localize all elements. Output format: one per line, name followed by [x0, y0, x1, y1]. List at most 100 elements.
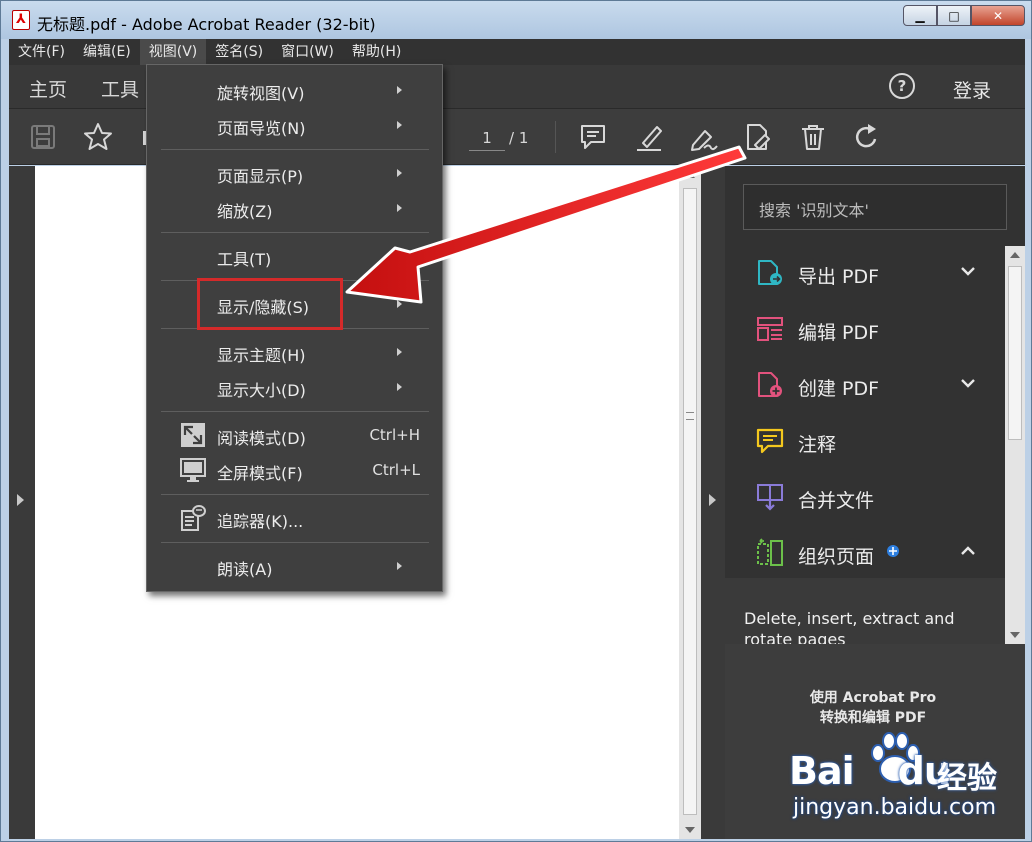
menu-help[interactable]: 帮助(H)	[343, 39, 410, 65]
page-number-input[interactable]: 1	[469, 125, 505, 151]
menu-edit[interactable]: 编辑(E)	[74, 39, 140, 65]
menu-window[interactable]: 窗口(W)	[272, 39, 343, 65]
menu-item-page-navigation[interactable]: 页面导览(N)	[147, 108, 442, 142]
tool-description: Delete, insert, extract and rotate pages	[744, 609, 955, 644]
menu-item-label: 工具(T)	[217, 250, 272, 269]
chevron-down-icon[interactable]	[961, 376, 975, 390]
menu-item-page-display[interactable]: 页面显示(P)	[147, 156, 442, 190]
menu-item-full-screen[interactable]: 全屏模式(F) Ctrl+L	[147, 453, 442, 487]
menu-item-shortcut: Ctrl+H	[369, 426, 420, 444]
login-button[interactable]: 登录	[953, 76, 991, 103]
tool-label: 合并文件	[798, 490, 875, 512]
submenu-arrow-icon	[397, 169, 402, 177]
menu-item-label: 页面导览(N)	[217, 119, 306, 138]
chevron-down-icon[interactable]	[961, 264, 975, 278]
delete-icon[interactable]	[797, 121, 829, 153]
tab-home[interactable]: 主页	[29, 75, 67, 102]
watermark-brand-part1: Bai	[789, 749, 855, 793]
scroll-up-icon[interactable]	[1010, 252, 1020, 258]
scroll-thumb[interactable]	[1008, 266, 1022, 440]
rotate-icon[interactable]	[851, 121, 883, 153]
combine-files-icon	[757, 484, 783, 511]
toolbar-separator	[555, 121, 556, 153]
tool-comment[interactable]: 注释	[725, 414, 1005, 470]
close-button[interactable]: ✕	[971, 5, 1025, 26]
chevron-up-icon[interactable]	[961, 544, 975, 558]
window-controls: ▁ □ ✕	[903, 5, 1025, 26]
submenu-arrow-icon	[397, 562, 402, 570]
save-icon[interactable]	[27, 121, 59, 153]
submenu-arrow-icon	[397, 204, 402, 212]
menu-item-zoom[interactable]: 缩放(Z)	[147, 191, 442, 225]
tool-label: 注释	[798, 434, 837, 456]
baidu-watermark: Bai du 经验 jingyan.baidu.com	[777, 729, 1007, 829]
menu-item-tools[interactable]: 工具(T)	[147, 239, 442, 273]
organize-pages-icon	[757, 538, 783, 566]
menu-bar: 文件(F) 编辑(E) 视图(V) 签名(S) 窗口(W) 帮助(H)	[9, 39, 1025, 65]
star-icon[interactable]	[82, 121, 114, 153]
menu-item-display-size[interactable]: 显示大小(D)	[147, 370, 442, 404]
window-title: 无标题.pdf - Adobe Acrobat Reader (32-bit)	[37, 15, 376, 34]
tool-create-pdf[interactable]: 创建 PDF	[725, 358, 1005, 414]
minimize-button[interactable]: ▁	[903, 5, 937, 26]
tool-export-pdf[interactable]: 导出 PDF	[725, 246, 1005, 302]
tab-tools[interactable]: 工具	[101, 75, 139, 102]
monitor-icon	[180, 458, 206, 482]
menu-item-label: 全屏模式(F)	[217, 464, 303, 483]
left-panel-toggle[interactable]	[9, 166, 35, 839]
submenu-arrow-icon	[397, 348, 402, 356]
tool-description-box: Delete, insert, extract and rotate pages	[725, 578, 1005, 644]
tool-combine-files[interactable]: 合并文件	[725, 470, 1005, 526]
new-badge-icon	[887, 545, 899, 557]
edit-document-icon[interactable]	[741, 121, 773, 153]
tracker-icon	[181, 505, 206, 531]
tool-label: 编辑 PDF	[798, 322, 880, 344]
promo-text: 使用 Acrobat Pro 转换和编辑 PDF	[809, 690, 937, 726]
tool-organize-pages[interactable]: 组织页面	[725, 526, 1005, 582]
watermark-suffix: 经验	[937, 761, 997, 796]
submenu-arrow-icon	[397, 86, 402, 94]
export-pdf-icon	[758, 260, 782, 285]
scroll-down-icon[interactable]	[1010, 632, 1020, 638]
scroll-down-icon[interactable]	[685, 827, 695, 833]
scroll-thumb[interactable]	[683, 188, 697, 815]
help-icon[interactable]: ?	[889, 73, 915, 99]
document-scrollbar[interactable]	[679, 166, 701, 839]
watermark-brand: Bai du	[789, 749, 951, 793]
maximize-button[interactable]: □	[937, 5, 971, 26]
menu-item-display-theme[interactable]: 显示主题(H)	[147, 335, 442, 369]
menu-separator	[161, 494, 429, 495]
acrobat-logo-icon: ⅄	[12, 10, 30, 30]
tool-edit-pdf[interactable]: 编辑 PDF	[725, 302, 1005, 358]
comment-icon[interactable]	[577, 121, 609, 153]
submenu-arrow-icon	[397, 383, 402, 391]
expand-arrow-icon	[17, 494, 24, 506]
menu-item-read-aloud[interactable]: 朗读(A)	[147, 549, 442, 583]
menu-item-label: 显示主题(H)	[217, 346, 306, 365]
sign-pen-icon[interactable]	[687, 121, 719, 153]
comment-tool-icon	[756, 428, 784, 454]
tools-list: 导出 PDF 编辑 PDF 创建 PDF 注释 合并文件 组织页面	[725, 246, 1005, 578]
highlight-box	[197, 278, 343, 330]
menu-item-label: 旋转视图(V)	[217, 84, 305, 103]
menu-view[interactable]: 视图(V)	[139, 39, 207, 65]
right-panel-toggle[interactable]	[701, 166, 725, 839]
tools-scrollbar[interactable]	[1005, 246, 1025, 644]
search-input[interactable]: 搜索 '识别文本'	[743, 184, 1007, 230]
menu-item-label: 页面显示(P)	[217, 167, 304, 186]
menu-separator	[161, 232, 429, 233]
menu-file[interactable]: 文件(F)	[9, 39, 74, 65]
menu-separator	[161, 542, 429, 543]
menu-item-tracker[interactable]: 追踪器(K)...	[147, 501, 442, 535]
scroll-up-icon[interactable]	[685, 172, 695, 178]
watermark-url: jingyan.baidu.com	[793, 795, 997, 820]
menu-item-rotate-view[interactable]: 旋转视图(V)	[147, 73, 442, 107]
menu-separator	[161, 149, 429, 150]
expand-icon	[181, 423, 205, 447]
menu-sign[interactable]: 签名(S)	[206, 39, 272, 65]
menu-item-read-mode[interactable]: 阅读模式(D) Ctrl+H	[147, 418, 442, 452]
app-window: ⅄ 无标题.pdf - Adobe Acrobat Reader (32-bit…	[0, 0, 1032, 842]
submenu-arrow-icon	[397, 300, 402, 308]
tool-label: 组织页面	[798, 546, 875, 568]
highlight-icon[interactable]	[633, 121, 665, 153]
